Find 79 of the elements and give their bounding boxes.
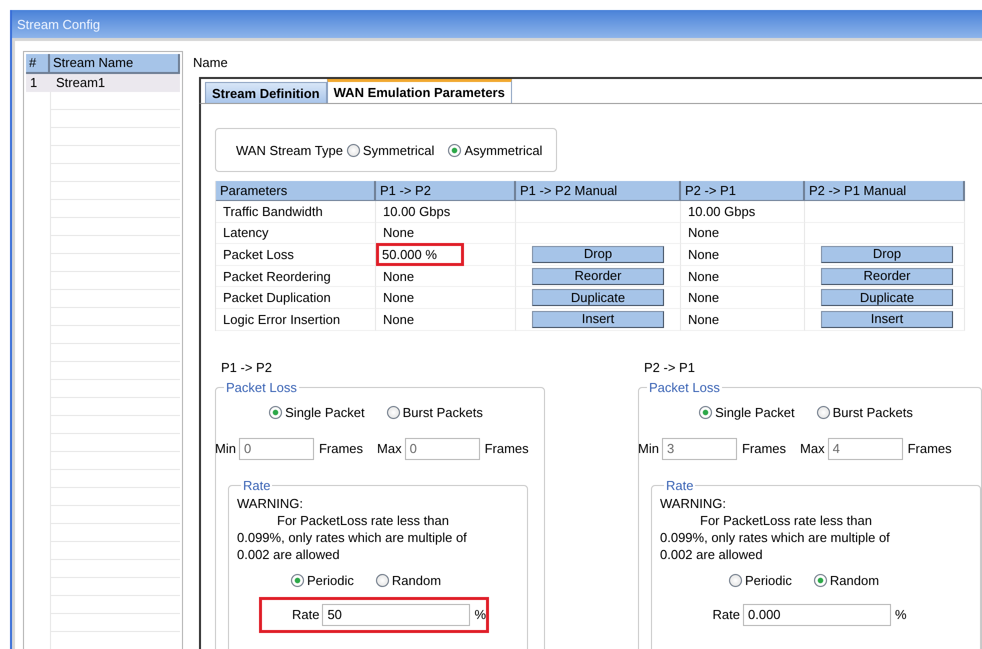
table-cell: 10.00 Gbps bbox=[382, 204, 452, 219]
column-header[interactable]: Parameters bbox=[216, 181, 376, 201]
unit-label: % bbox=[474, 607, 486, 622]
radio-button[interactable]: Burst Packets bbox=[386, 404, 483, 420]
radio-button[interactable]: Asymmetrical bbox=[448, 142, 542, 158]
group-title: Rate bbox=[242, 478, 272, 493]
table-cell: None bbox=[687, 225, 720, 240]
field-label: Max bbox=[377, 441, 402, 456]
action-button[interactable]: Insert bbox=[532, 310, 664, 328]
column-header[interactable]: # bbox=[26, 54, 50, 74]
table-cell: None bbox=[687, 268, 720, 284]
table-cell: 50.000 % bbox=[376, 242, 464, 266]
section-heading: P1 -> P2 bbox=[220, 358, 273, 377]
column-header[interactable]: Stream Name bbox=[50, 54, 180, 74]
unit-label: Frames bbox=[742, 441, 786, 456]
warning-title: WARNING: bbox=[660, 494, 727, 512]
field-label: Min bbox=[638, 441, 659, 456]
action-button[interactable]: Drop bbox=[821, 246, 953, 263]
action-button[interactable]: Reorder bbox=[532, 268, 664, 285]
table-cell: Logic Error Insertion bbox=[222, 312, 342, 327]
group-title: Packet Loss bbox=[648, 380, 721, 395]
table-cell: None bbox=[382, 290, 416, 306]
table-cell: Latency bbox=[222, 225, 270, 240]
name-label: Name bbox=[193, 55, 229, 72]
group-title: Rate bbox=[665, 478, 694, 493]
action-button[interactable]: Reorder bbox=[821, 268, 953, 285]
field-label: Rate bbox=[290, 607, 320, 622]
table-cell: None bbox=[382, 268, 416, 284]
input-field[interactable]: 0 bbox=[238, 438, 314, 460]
warning-text: For PacketLoss rate less than 0.099%, only rates which are multiple of 0.002 are allowed bbox=[660, 512, 891, 563]
radio-button[interactable]: Burst Packets bbox=[816, 404, 913, 420]
group-title: Packet Loss bbox=[225, 380, 298, 395]
radio-button[interactable]: Single Packet bbox=[269, 404, 365, 420]
warning-title: WARNING: bbox=[237, 494, 304, 512]
table-cell: None bbox=[382, 225, 416, 240]
unit-label: Frames bbox=[908, 441, 952, 456]
table-cell: Packet Duplication bbox=[222, 290, 332, 306]
tab[interactable]: WAN Emulation Parameters bbox=[326, 79, 512, 103]
section-heading: P2 -> P1 bbox=[643, 358, 696, 377]
radio-button[interactable]: Periodic bbox=[290, 572, 354, 588]
column-header[interactable]: P1 -> P2 bbox=[376, 181, 516, 201]
radio-button[interactable]: Symmetrical bbox=[346, 142, 434, 158]
field-label: WAN Stream Type bbox=[236, 142, 343, 158]
field-label: Rate bbox=[712, 607, 740, 622]
table-cell: Traffic Bandwidth bbox=[222, 204, 324, 219]
table-cell: None bbox=[687, 290, 720, 306]
column-header[interactable]: P1 -> P2 Manual bbox=[516, 181, 681, 201]
input-field[interactable]: 4 bbox=[828, 438, 903, 460]
tab[interactable]: Stream Definition bbox=[205, 82, 327, 103]
warning-text: For PacketLoss rate less than 0.099%, only rates which are multiple of 0.002 are allowed bbox=[237, 512, 468, 563]
unit-label: Frames bbox=[318, 441, 364, 456]
table-cell: None bbox=[687, 312, 720, 327]
table-cell: None bbox=[687, 246, 720, 262]
action-button[interactable]: Duplicate bbox=[821, 289, 953, 306]
column-header[interactable]: P2 -> P1 Manual bbox=[805, 181, 965, 201]
radio-button[interactable]: Single Packet bbox=[699, 404, 795, 420]
radio-button[interactable]: Random bbox=[376, 572, 442, 588]
table-cell: None bbox=[382, 312, 416, 327]
list-row[interactable]: 1 Stream1 bbox=[26, 74, 180, 92]
table-cell: Packet Reordering bbox=[222, 268, 332, 284]
table-cell-text: 1 bbox=[29, 74, 38, 92]
action-button[interactable]: Duplicate bbox=[532, 289, 664, 306]
table-cell-text: Stream1 bbox=[55, 74, 106, 92]
input-field[interactable]: 0.000 bbox=[743, 604, 891, 626]
input-field[interactable]: 50 bbox=[322, 604, 470, 626]
field-label: Min bbox=[215, 441, 236, 456]
table-cell: 10.00 Gbps bbox=[687, 204, 756, 219]
action-button[interactable]: Insert bbox=[821, 310, 953, 328]
window-title: Stream Config bbox=[17, 16, 100, 32]
action-button[interactable]: Drop bbox=[532, 246, 664, 263]
unit-label: Frames bbox=[484, 441, 529, 456]
unit-label: % bbox=[895, 607, 907, 622]
input-field[interactable]: 0 bbox=[404, 438, 480, 460]
column-header[interactable]: P2 -> P1 bbox=[681, 181, 805, 201]
radio-button[interactable]: Random bbox=[814, 572, 880, 588]
radio-button[interactable]: Periodic bbox=[728, 572, 792, 588]
input-field[interactable]: 3 bbox=[662, 438, 737, 460]
table-cell: Packet Loss bbox=[222, 246, 295, 262]
field-label: Max bbox=[800, 441, 825, 456]
